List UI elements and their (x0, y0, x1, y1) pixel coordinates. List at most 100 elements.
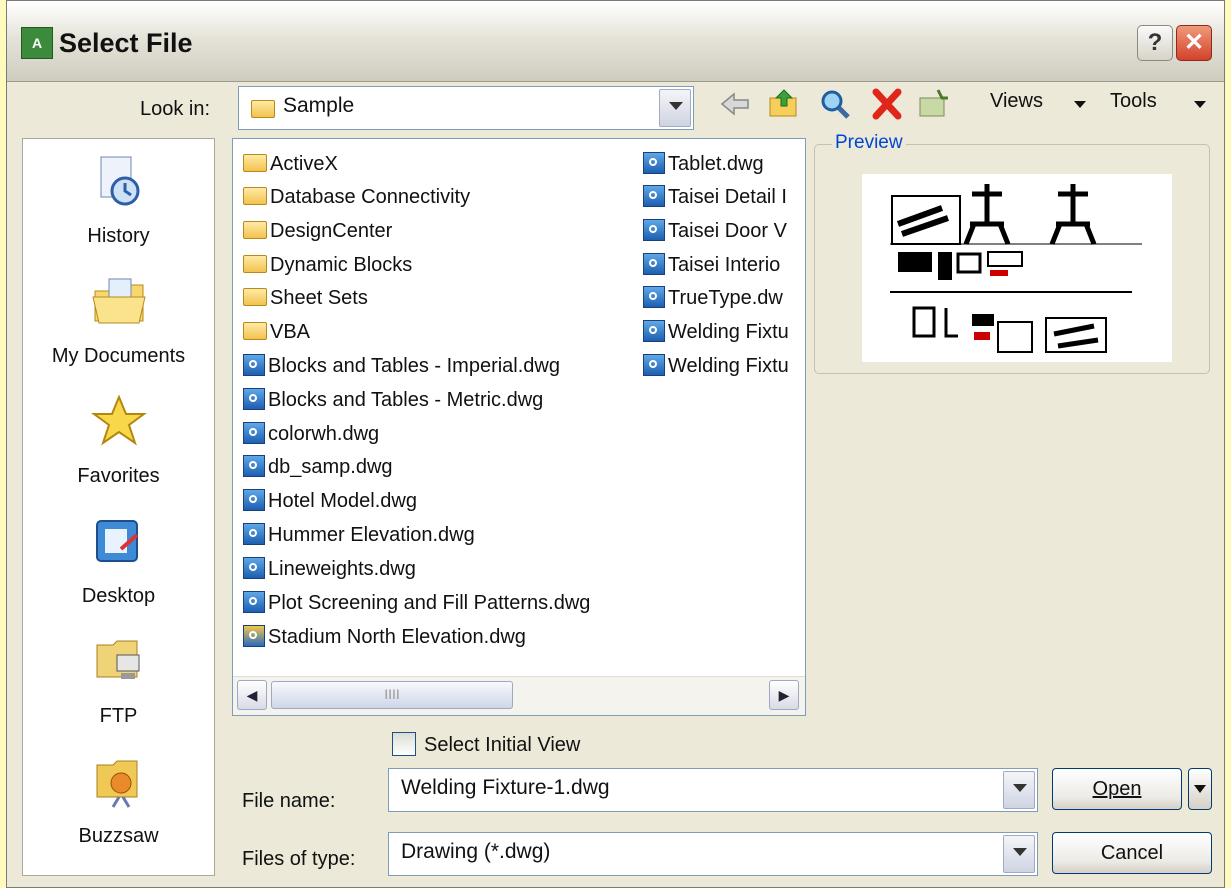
back-arrow-icon[interactable] (718, 86, 752, 122)
file-name-text: TrueType.dw (668, 287, 783, 309)
list-item[interactable]: Taisei Detail I (643, 182, 787, 212)
look-in-value: Sample (283, 94, 355, 117)
dwg-file-icon (243, 454, 265, 477)
place-label: Favorites (77, 465, 160, 487)
scroll-thumb[interactable]: IIII (271, 681, 513, 709)
folder-icon (243, 254, 267, 273)
tools-dropdown-arrow-icon[interactable] (1194, 101, 1206, 108)
file-name-text: Lineweights.dwg (268, 558, 416, 580)
preview-thumbnail-image (862, 174, 1172, 362)
list-item[interactable]: Welding Fixtu (643, 317, 789, 347)
dwg-file-icon (643, 285, 665, 308)
views-dropdown-arrow-icon[interactable] (1074, 101, 1086, 108)
file-name-text: colorwh.dwg (268, 423, 380, 445)
file-name-text: DesignCenter (270, 220, 393, 242)
dwg-file-icon (243, 624, 265, 647)
dwg-file-icon (243, 522, 265, 545)
list-item[interactable]: Lineweights.dwg (243, 554, 416, 584)
desktop-icon (96, 520, 139, 562)
file-list[interactable]: ActiveX Database Connectivity DesignCent… (232, 138, 806, 716)
file-name-text: Plot Screening and Fill Patterns.dwg (268, 592, 591, 614)
dwg-file-icon (243, 590, 265, 613)
up-one-level-icon[interactable] (766, 86, 802, 122)
files-of-type-combo[interactable]: Drawing (*.dwg) (388, 832, 1038, 876)
list-item[interactable]: Hummer Elevation.dwg (243, 520, 475, 550)
select-initial-view-label: Select Initial View (424, 734, 581, 756)
file-name-text: VBA (270, 321, 311, 343)
list-item[interactable]: VBA (243, 317, 310, 347)
create-new-folder-icon[interactable] (916, 86, 952, 122)
list-item[interactable]: db_samp.dwg (243, 452, 393, 482)
place-my-documents[interactable]: My Documents (23, 265, 214, 385)
autocad-app-icon: A (21, 27, 53, 59)
scroll-right-button[interactable]: ▶ (769, 680, 799, 710)
place-desktop[interactable]: Desktop (23, 505, 214, 625)
cancel-button[interactable]: Cancel (1052, 832, 1212, 874)
file-name-text: Stadium North Elevation.dwg (268, 626, 526, 648)
folder-icon (243, 287, 267, 306)
list-item[interactable]: Welding Fixtu (643, 351, 789, 381)
file-name-text: Taisei Door V (668, 220, 787, 242)
place-history[interactable]: History (23, 145, 214, 265)
tools-menu[interactable]: Tools (1110, 90, 1157, 113)
list-item[interactable]: DesignCenter (243, 216, 392, 246)
list-item[interactable]: Taisei Door V (643, 216, 787, 246)
place-label: History (87, 225, 150, 247)
scroll-left-button[interactable]: ◀ (237, 680, 267, 710)
ftp-icon (96, 640, 140, 679)
dwg-file-icon (643, 184, 665, 207)
file-name-text: Database Connectivity (270, 186, 471, 208)
look-in-label: Look in: (140, 98, 211, 120)
folder-icon (243, 321, 267, 340)
list-item[interactable]: Blocks and Tables - Metric.dwg (243, 385, 543, 415)
help-button[interactable]: ? (1137, 25, 1173, 61)
folder-icon (243, 186, 267, 205)
list-item[interactable]: Tablet.dwg (643, 149, 764, 179)
file-name-dropdown-arrow[interactable] (1003, 771, 1035, 809)
list-item[interactable]: Stadium North Elevation.dwg (243, 622, 526, 652)
list-item[interactable]: Blocks and Tables - Imperial.dwg (243, 351, 560, 381)
place-buzzsaw[interactable]: Buzzsaw (23, 745, 214, 865)
dwg-file-icon (643, 218, 665, 241)
file-name-text: ActiveX (270, 153, 338, 175)
file-name-text: Blocks and Tables - Imperial.dwg (268, 355, 560, 377)
list-item[interactable]: Sheet Sets (243, 283, 368, 313)
views-menu[interactable]: Views (990, 90, 1043, 113)
file-name-text: Welding Fixtu (668, 321, 789, 343)
open-button[interactable]: Open (1052, 768, 1182, 810)
select-initial-view-checkbox[interactable] (392, 732, 416, 756)
list-item[interactable]: Plot Screening and Fill Patterns.dwg (243, 588, 590, 618)
tools-menu-label: Tools (1110, 90, 1157, 112)
list-item[interactable]: colorwh.dwg (243, 419, 379, 449)
dwg-file-icon (243, 488, 265, 511)
folder-icon (251, 100, 275, 118)
file-name-text: Hummer Elevation.dwg (268, 524, 475, 546)
title-bar[interactable]: A Select File ? ✕ (7, 1, 1224, 82)
list-item[interactable]: TrueType.dw (643, 283, 783, 313)
list-item[interactable]: Taisei Interio (643, 250, 780, 280)
files-of-type-dropdown-arrow[interactable] (1003, 835, 1035, 873)
file-name-text: Taisei Interio (668, 254, 781, 276)
favorites-star-icon (91, 394, 147, 446)
look-in-combo[interactable]: Sample (238, 86, 694, 130)
close-button[interactable]: ✕ (1176, 25, 1212, 61)
list-item[interactable]: Hotel Model.dwg (243, 486, 417, 516)
dwg-file-icon (243, 387, 265, 410)
file-name-combo[interactable]: Welding Fixture-1.dwg (388, 768, 1038, 812)
file-name-text: Tablet.dwg (668, 153, 764, 175)
list-item[interactable]: Database Connectivity (243, 182, 470, 212)
files-of-type-label: Files of type: (242, 848, 356, 870)
delete-icon[interactable] (870, 86, 904, 122)
list-item[interactable]: Dynamic Blocks (243, 250, 412, 280)
dwg-file-icon (643, 319, 665, 342)
search-web-icon[interactable] (818, 86, 852, 122)
preview-legend: Preview (832, 132, 906, 154)
place-ftp[interactable]: FTP (23, 625, 214, 745)
look-in-dropdown-arrow[interactable] (659, 89, 691, 127)
list-item[interactable]: ActiveX (243, 149, 338, 179)
open-options-dropdown-button[interactable] (1188, 768, 1212, 810)
file-name-text: Hotel Model.dwg (268, 490, 417, 512)
horizontal-scrollbar[interactable]: ◀ IIII ▶ (233, 676, 805, 715)
place-favorites[interactable]: Favorites (23, 385, 214, 505)
dwg-file-icon (643, 353, 665, 376)
